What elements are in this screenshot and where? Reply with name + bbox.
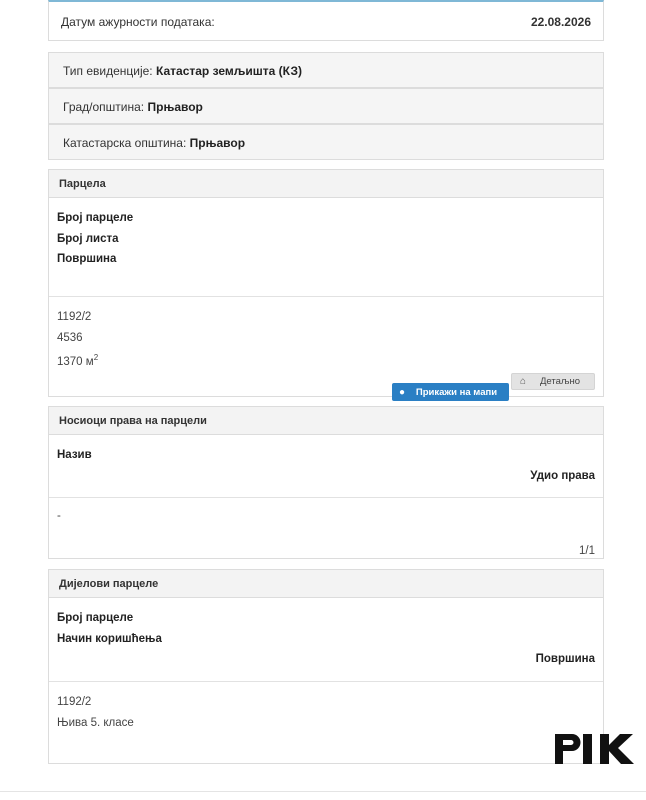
show-on-map-button[interactable]: ● Прикажи на мапи: [392, 383, 509, 401]
record-type-label: Тип евиденције:: [63, 64, 153, 78]
sheet-number-value: 4536: [57, 331, 83, 344]
record-type-value: Катастар земљишта (КЗ): [156, 64, 302, 78]
area-value: 1370 м2: [57, 353, 99, 368]
detail-button[interactable]: ⌂ Детаљно: [511, 373, 595, 390]
owner-name-header: Назив: [57, 449, 92, 461]
city-row: Град/општина: Прњавор: [48, 88, 604, 124]
part-number-header: Број парцеле: [57, 612, 134, 624]
parcel-parts-panel-title: Дијелови парцеле: [49, 570, 603, 598]
sheet-number-label: Број листа: [57, 232, 119, 245]
data-date-panel: Датум ажурности података: 22.08.2026: [48, 0, 604, 41]
part-number-value: 1192/2: [57, 696, 92, 708]
owners-panel-title: Носиоци права на парцели: [49, 407, 603, 435]
parcel-number-label: Број парцеле: [57, 212, 134, 224]
rik-logo: [555, 734, 634, 764]
record-type-row: Тип евиденције: Катастар земљишта (КЗ): [48, 52, 604, 88]
part-area-header: Површина: [535, 653, 595, 665]
data-date-value: 22.08.2026: [530, 15, 591, 29]
parcel-panel: Парцела Број парцеле Број листа Површина…: [48, 169, 604, 397]
cadastral-row: Катастарска општина: Прњавор: [48, 124, 604, 160]
parcel-number-value: 1192/2: [57, 311, 92, 323]
owners-panel: Носиоци права на парцели Назив Удио прав…: [48, 406, 604, 559]
detail-button-label: Детаљно: [539, 376, 581, 387]
home-icon: ⌂: [519, 376, 527, 387]
part-usage-header: Начин коришћења: [57, 632, 162, 645]
data-date-label: Датум ажурности података:: [61, 15, 215, 29]
part-usage-value: Њива 5. класе: [57, 716, 134, 729]
map-marker-icon: ●: [398, 386, 406, 398]
owner-share-value: 1/1: [579, 544, 595, 557]
show-on-map-label: Прикажи на мапи: [415, 386, 498, 398]
owner-name-value: -: [57, 510, 61, 522]
area-label: Површина: [57, 253, 117, 265]
city-label: Град/општина:: [63, 100, 145, 114]
owner-share-header: Удио права: [530, 469, 595, 482]
parcel-parts-panel: Дијелови парцеле Број парцеле Начин кори…: [48, 569, 604, 764]
cadastral-value: Прњавор: [189, 136, 246, 150]
cadastral-label: Катастарска општина:: [63, 136, 187, 150]
footer-divider: [0, 791, 646, 792]
parcel-panel-title: Парцела: [49, 170, 603, 198]
city-value: Прњавор: [147, 100, 203, 114]
